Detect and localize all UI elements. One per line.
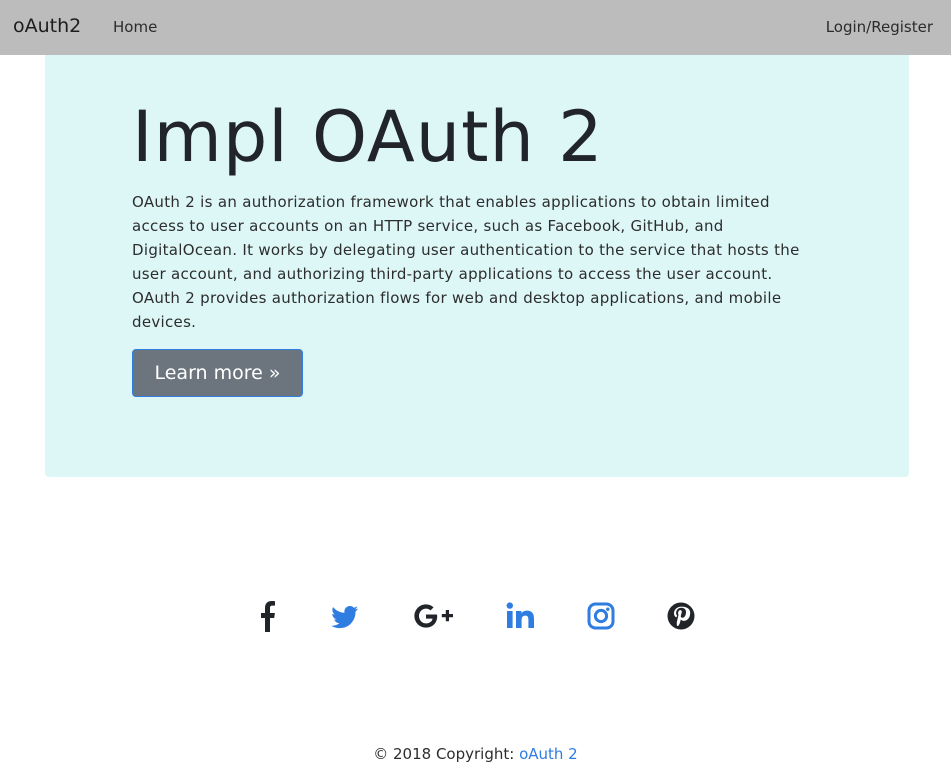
brand-link[interactable]: oAuth2 — [13, 14, 81, 38]
nav-home-link[interactable]: Home — [113, 17, 157, 37]
copyright-text: © 2018 Copyright: — [373, 745, 520, 763]
footer: © 2018 Copyright: oAuth 2 — [0, 744, 951, 764]
copyright-link[interactable]: oAuth 2 — [519, 745, 578, 763]
page-title: Impl OAuth 2 — [132, 96, 604, 178]
instagram-icon[interactable] — [587, 598, 615, 634]
intro-paragraph: OAuth 2 is an authorization framework th… — [132, 193, 800, 331]
learn-more-button[interactable]: Learn more » — [132, 349, 303, 397]
twitter-icon[interactable] — [331, 598, 359, 634]
nav-login-register-link[interactable]: Login/Register — [826, 17, 933, 37]
jumbotron: Impl OAuth 2 OAuth 2 is an authorization… — [45, 55, 909, 477]
pinterest-icon[interactable] — [667, 598, 695, 634]
google-plus-icon[interactable] — [412, 598, 456, 634]
linkedin-icon[interactable] — [506, 598, 536, 634]
facebook-icon[interactable] — [259, 598, 277, 634]
top-navbar: oAuth2 Home Login/Register — [0, 0, 951, 55]
social-links — [0, 598, 951, 634]
